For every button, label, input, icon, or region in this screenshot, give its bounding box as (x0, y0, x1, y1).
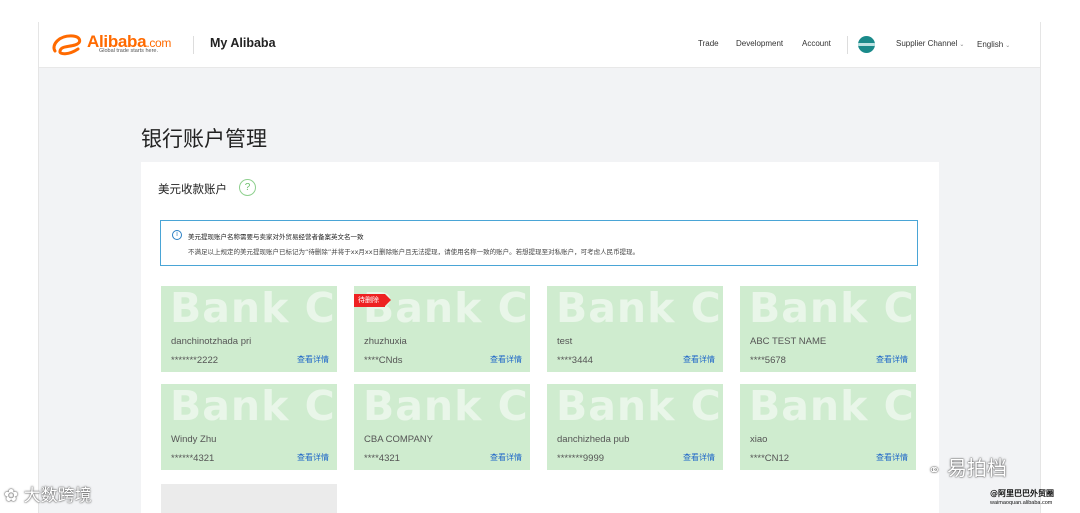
page-title: 银行账户管理 (141, 127, 267, 151)
notice-title: 美元提现账户名称需要与卖家对外贸易经营者备案英文名一致 (188, 233, 364, 241)
bank-card[interactable]: Bank Ca CBA COMPANY ****4321 查看详情 (354, 384, 530, 470)
browser-window: Alibaba.com Global trade starts here. My… (38, 22, 1041, 513)
nav-trade[interactable]: Trade (698, 39, 719, 48)
top-navigation-bar: Alibaba.com Global trade starts here. My… (39, 22, 1040, 68)
card-account-name: ABC TEST NAME (750, 336, 827, 347)
card-account-number: ****3444 (557, 355, 593, 366)
card-account-name: test (557, 336, 573, 347)
view-details-link[interactable]: 查看详情 (297, 452, 329, 463)
logo-tagline: Global trade starts here. (99, 48, 159, 54)
nav-account[interactable]: Account (802, 39, 831, 48)
view-details-link[interactable]: 查看详情 (683, 354, 715, 365)
card-account-number: *******9999 (557, 453, 605, 464)
notice-box: i 美元提现账户名称需要与卖家对外贸易经营者备案英文名一致 不满足以上规定的美元… (160, 220, 918, 266)
card-account-name: zhuzhuxia (364, 336, 407, 347)
accounts-panel: 美元收款账户 ? i 美元提现账户名称需要与卖家对外贸易经营者备案英文名一致 不… (141, 162, 939, 513)
card-account-number: ****4321 (364, 453, 400, 464)
view-details-link[interactable]: 查看详情 (490, 354, 522, 365)
language-selector[interactable]: English ⌄ (977, 40, 1010, 49)
view-details-link[interactable]: 查看详情 (297, 354, 329, 365)
card-account-name: CBA COMPANY (364, 434, 433, 445)
view-details-link[interactable]: 查看详情 (876, 452, 908, 463)
supplier-channel-label: Supplier Channel (896, 39, 958, 48)
pending-delete-badge: 待删除 (354, 294, 391, 307)
view-details-link[interactable]: 查看详情 (683, 452, 715, 463)
chevron-down-icon: ⌄ (959, 42, 965, 48)
card-background-text: Bank Ca (363, 286, 530, 332)
app-title[interactable]: My Alibaba (210, 36, 276, 50)
watermark-right-logo: ⚭ 易拍档 (928, 452, 1007, 481)
watermark-right-logo-text: 易拍档 (946, 456, 1007, 480)
card-account-name: Windy Zhu (171, 434, 217, 445)
nav-development[interactable]: Development (736, 39, 783, 48)
wechat-icon: ⚭ (928, 461, 941, 479)
avatar[interactable] (858, 36, 875, 53)
card-account-number: *******2222 (171, 355, 219, 366)
alibaba-logo[interactable]: Alibaba.com Global trade starts here. (51, 31, 191, 59)
card-background-text: Bank Ca (170, 286, 337, 332)
watermark-right-line2: waimaoquan.alibaba.com (990, 500, 1053, 506)
card-background-text: Bank Ca (749, 384, 916, 430)
card-account-number: ****5678 (750, 355, 786, 366)
card-account-name: danchizheda pub (557, 434, 630, 445)
language-label: English (977, 40, 1004, 49)
header-divider (193, 36, 194, 54)
nav-supplier-channel[interactable]: Supplier Channel ⌄ (896, 39, 964, 48)
card-background-text: Bank Ca (556, 286, 723, 332)
card-account-number: ****CN12 (750, 453, 790, 464)
view-details-link[interactable]: 查看详情 (490, 452, 522, 463)
card-background-text: Bank Ca (556, 384, 723, 430)
bank-card[interactable]: Bank Ca Windy Zhu ******4321 查看详情 (161, 384, 337, 470)
bank-card[interactable]: Bank Ca 待删除 zhuzhuxia ****CNds 查看详情 (354, 286, 530, 372)
bank-card[interactable]: Bank Ca danchinotzhada pri *******2222 查… (161, 286, 337, 372)
watermark-left-text: 大数跨境 (23, 486, 92, 506)
card-account-name: xiao (750, 434, 768, 445)
watermark-right-line1: @阿里巴巴外贸圈 (990, 489, 1054, 498)
section-title: 美元收款账户 (158, 182, 227, 196)
card-background-text: Bank Ca (170, 384, 337, 430)
bank-card[interactable]: Bank Ca danchizheda pub *******9999 查看详情 (547, 384, 723, 470)
nav-divider (847, 36, 848, 54)
alibaba-logo-icon (52, 34, 82, 56)
add-account-card[interactable] (161, 484, 337, 513)
info-icon: i (172, 230, 182, 240)
card-account-name: danchinotzhada pri (171, 336, 252, 347)
view-details-link[interactable]: 查看详情 (876, 354, 908, 365)
bank-card[interactable]: Bank Ca xiao ****CN12 查看详情 (740, 384, 916, 470)
card-background-text: Bank Ca (363, 384, 530, 430)
help-icon[interactable]: ? (239, 179, 256, 196)
bank-card[interactable]: Bank Ca ABC TEST NAME ****5678 查看详情 (740, 286, 916, 372)
card-account-number: ******4321 (171, 453, 215, 464)
bank-card[interactable]: Bank Ca test ****3444 查看详情 (547, 286, 723, 372)
watermark-left: ✿ 大数跨境 (4, 481, 92, 506)
chevron-down-icon: ⌄ (1005, 43, 1011, 49)
notice-text: 不满足以上规定的美元提现账户已标记为“待删除”并将于xx月xx日删除账户且无法提… (188, 248, 640, 256)
card-background-text: Bank Ca (749, 286, 916, 332)
watermark-logo-icon: ✿ (4, 486, 19, 506)
card-account-number: ****CNds (364, 355, 403, 366)
